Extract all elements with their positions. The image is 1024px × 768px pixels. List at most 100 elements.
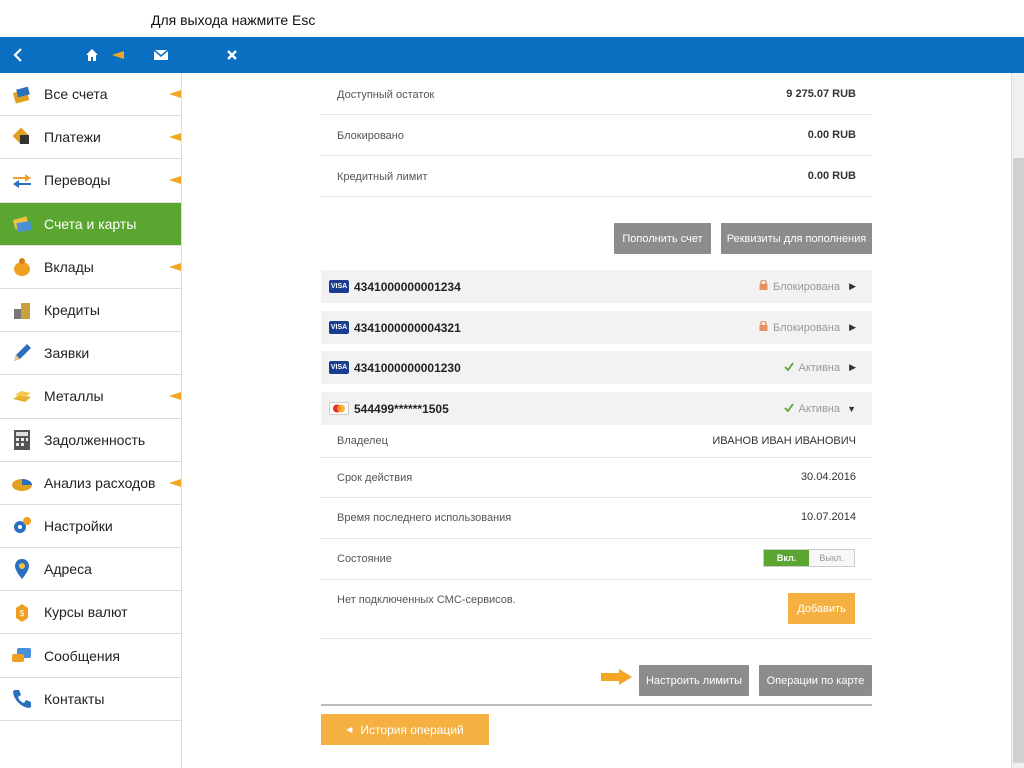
blocked-amount-label: Блокировано (337, 130, 404, 142)
sidebar-item[interactable]: $ Курсы валют (0, 591, 181, 635)
sidebar-item-label: Курсы валют (44, 604, 128, 621)
sidebar-menu: Все счета Платежи Переводы Счета и карты Вкл… (0, 73, 182, 768)
operations-history-button[interactable]: ◀ История операций (321, 714, 489, 745)
pointer-arrow-icon (169, 478, 181, 487)
owner-label: Владелец (337, 435, 388, 447)
cards-icon (10, 212, 34, 236)
available-balance-row: Доступный остаток 9 275.07 RUB (321, 73, 872, 115)
configure-limits-button[interactable]: Настроить лимиты (639, 665, 749, 696)
caret-right-icon[interactable]: ▶ (849, 322, 856, 333)
card-operations-button[interactable]: Операции по карте (759, 665, 872, 696)
toggle-on-option[interactable]: Вкл. (764, 550, 809, 566)
top-toolbar (0, 37, 1024, 73)
chevron-left-icon: ◀ (346, 725, 353, 734)
card-number: 4341000000004321 (354, 320, 461, 335)
gear-icon (10, 514, 34, 538)
sidebar-item-label: Переводы (44, 172, 111, 189)
available-balance-value: 9 275.07 RUB (786, 88, 856, 100)
pointer-arrow-icon (169, 133, 181, 142)
sidebar-item[interactable]: Вклады (0, 246, 181, 289)
check-icon (783, 402, 794, 415)
sidebar-item-label: Настройки (44, 517, 113, 534)
svg-text:$: $ (20, 609, 25, 618)
sidebar-item[interactable]: Счета и карты (0, 202, 181, 246)
blocked-amount-row: Блокировано 0.00 RUB (321, 115, 872, 156)
sidebar-item-label: Металлы (44, 388, 104, 405)
sidebar-item[interactable]: Переводы (0, 159, 181, 203)
sidebar-item[interactable]: Кредиты (0, 289, 181, 333)
topup-details-button[interactable]: Реквизиты для пополнения (721, 223, 872, 254)
visa-logo-icon: VISA (329, 321, 349, 334)
card-row[interactable]: VISA 4341000000004321 Блокирована ▶ (321, 311, 872, 344)
sidebar-item[interactable]: Все счета (0, 73, 181, 117)
available-balance-label: Доступный остаток (337, 89, 435, 101)
card-status-label: Активна (798, 402, 841, 415)
sidebar-item[interactable]: Адреса (0, 548, 181, 592)
caret-right-icon[interactable]: ▶ (849, 281, 856, 292)
last-use-value: 10.07.2014 (800, 511, 856, 523)
add-sms-button[interactable]: Добавить (788, 593, 855, 624)
card-row[interactable]: VISA 4341000000001230 Активна ▶ (321, 351, 872, 384)
sidebar-item-label: Счета и карты (44, 215, 137, 232)
pie-chart-icon (10, 471, 34, 495)
caret-down-icon[interactable]: ▼ (847, 404, 856, 414)
sms-services-row: Нет подключенных СМС-сервисов. Добавить (321, 580, 872, 639)
pointer-arrow-icon (169, 392, 181, 401)
credit-limit-row: Кредитный лимит 0.00 RUB (321, 156, 872, 197)
card-status: Активна (783, 402, 841, 415)
card-number: 4341000000001230 (354, 360, 461, 375)
scrollbar-thumb[interactable] (1013, 158, 1024, 763)
sms-services-label: Нет подключенных СМС-сервисов. (337, 594, 516, 606)
pointer-arrow-icon (169, 90, 181, 99)
currency-icon: $ (10, 600, 34, 624)
sidebar-item[interactable]: Контакты (0, 678, 181, 721)
card-row[interactable]: 544499******1505 Активна ▼ (321, 392, 872, 425)
card-last-use-row: Время последнего использования 10.07.201… (321, 498, 872, 539)
card-status-label: Блокирована (773, 321, 840, 334)
piggy-bank-icon (10, 255, 34, 279)
phone-icon (10, 687, 34, 711)
caret-right-icon[interactable]: ▶ (849, 362, 856, 373)
check-icon (783, 361, 794, 374)
pencil-icon (10, 341, 34, 365)
sidebar-item[interactable]: Настройки (0, 505, 181, 549)
credits-icon (10, 298, 34, 322)
expiry-value: 30.04.2016 (800, 471, 856, 483)
transfers-icon (10, 168, 34, 192)
close-icon[interactable] (222, 37, 242, 73)
card-status-label: Блокирована (773, 280, 840, 293)
card-expiry-row: Срок действия 30.04.2016 (321, 458, 872, 498)
expiry-label: Срок действия (337, 472, 413, 484)
card-status: Блокирована (759, 279, 840, 293)
sidebar-item[interactable]: Заявки (0, 332, 181, 376)
calculator-icon (10, 428, 34, 452)
sidebar-item-label: Анализ расходов (44, 474, 156, 491)
pointer-arrow-icon (169, 262, 181, 271)
mail-icon[interactable] (151, 37, 171, 73)
last-use-label: Время последнего использования (337, 512, 512, 524)
sidebar-item-label: Сообщения (44, 647, 120, 664)
sidebar-item[interactable]: Задолженность (0, 419, 181, 462)
sidebar-item[interactable]: Анализ расходов (0, 462, 181, 505)
toggle-off-option[interactable]: Выкл. (809, 550, 854, 566)
chat-icon (10, 644, 34, 668)
sidebar-item[interactable]: Металлы (0, 375, 181, 419)
sidebar-item[interactable]: Сообщения (0, 634, 181, 678)
sidebar-item[interactable]: Платежи (0, 116, 181, 160)
exit-hint: Для выхода нажмите Esc (151, 12, 316, 28)
sidebar-item-label: Контакты (44, 690, 105, 707)
limits-pointer-arrow-icon (601, 669, 633, 685)
chevron-left-icon[interactable] (8, 37, 28, 73)
card-row[interactable]: VISA 4341000000001234 Блокирована ▶ (321, 270, 872, 303)
card-state-toggle[interactable]: Вкл. Выкл. (763, 549, 855, 567)
topup-account-button[interactable]: Пополнить счет (614, 223, 711, 254)
visa-logo-icon: VISA (329, 361, 349, 374)
vertical-scrollbar[interactable] (1011, 73, 1024, 768)
card-status: Активна (783, 361, 840, 374)
home-icon[interactable] (82, 37, 102, 73)
exit-hint-bar: Для выхода нажмите Esc (0, 0, 1024, 37)
sidebar-item-label: Платежи (44, 129, 101, 146)
account-panel: Доступный остаток 9 275.07 RUB Блокирова… (321, 73, 872, 768)
gold-bars-icon (10, 384, 34, 408)
card-number: 544499******1505 (354, 401, 449, 416)
